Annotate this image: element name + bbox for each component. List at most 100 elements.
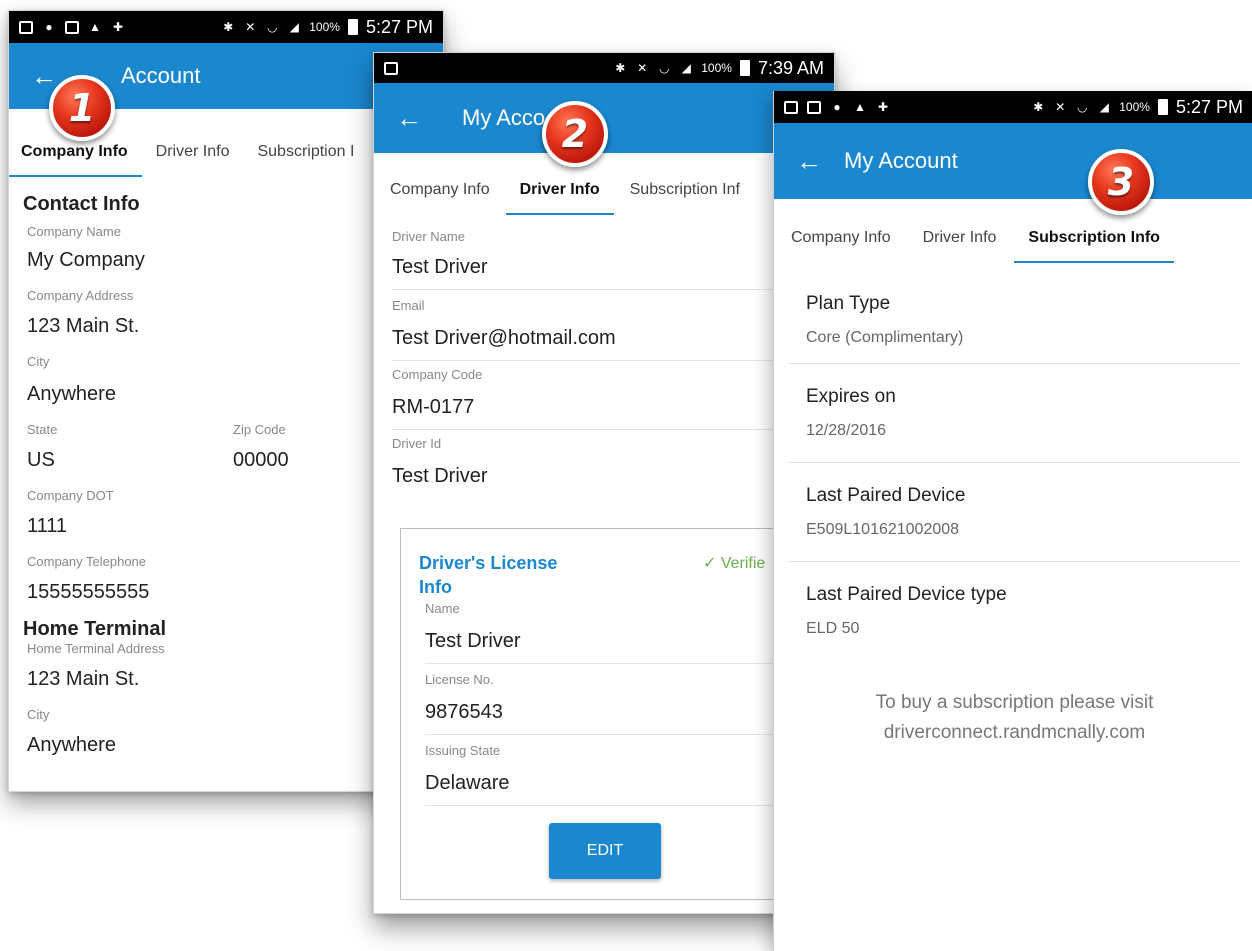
item-label: Expires on [806,386,896,407]
zip-label: Zip Code [233,422,286,437]
field-value[interactable]: Test Driver [392,256,834,279]
note-link[interactable]: driverconnect.randmcnally.com [788,718,1241,748]
app-bar: ← My Account [774,123,1252,199]
field-value[interactable]: 9876543 [425,701,819,724]
subscription-note: To buy a subscription please visit drive… [788,688,1241,748]
notification-icons [384,61,398,75]
clock: 5:27 PM [1175,96,1243,117]
drivers-license-card: Driver's License Info ✓ Verifie Name Tes… [400,528,820,900]
field-value[interactable]: Delaware [425,772,819,795]
field-value[interactable]: Test Driver@hotmail.com [392,327,834,350]
status-bar: ● ▲ ✚ ✱ ✕ ◡ ◢ 100% 5:27 PM [774,91,1252,123]
bluetooth-icon: ✱ [1033,100,1044,114]
add-icon: ✚ [877,100,889,114]
tab-company-info[interactable]: Company Info [791,229,891,263]
item-label: Last Paired Device [806,485,966,506]
notification-icon [19,20,33,34]
wifi-icon: ◡ [659,61,670,75]
field-label: Issuing State [425,743,501,758]
screen-title: My Acco [462,105,546,130]
tab-bar: Company Info Driver Info Subscription In… [374,153,834,215]
notification-icons: ● ▲ ✚ [784,100,890,114]
clock: 7:39 AM [757,57,824,78]
battery-icon [347,19,358,35]
field-value[interactable]: Test Driver [425,630,819,653]
mute-icon: ✕ [1055,100,1066,114]
image-icon [65,20,79,34]
field-label: Driver Id [392,436,442,451]
wifi-icon: ◡ [1077,100,1088,114]
last-paired-device-type-item: Last Paired Device type ELD 50 [788,562,1241,648]
back-arrow-icon[interactable]: ← [796,148,822,174]
warning-icon: ▲ [89,20,101,34]
license-title-line: Driver's License [419,553,558,573]
wifi-icon: ◡ [267,20,278,34]
signal-icon: ◢ [289,20,299,34]
plan-type-item: Plan Type Core (Complimentary) [788,293,1241,357]
field-value[interactable]: Test Driver [392,465,834,488]
field-label: Name [425,601,460,616]
status-bar: ● ▲ ✚ ✱ ✕ ◡ ◢ 100% 5:27 PM [9,11,443,43]
item-label: Plan Type [806,293,891,314]
expires-item: Expires on 12/28/2016 [788,364,1241,450]
image-icon [384,61,398,75]
bluetooth-icon: ✱ [223,20,234,34]
tab-bar: Company Info Driver Info Subscription In… [774,199,1252,263]
bluetooth-icon: ✱ [615,61,626,75]
state-label: State [27,422,58,437]
edit-button[interactable]: EDIT [549,823,661,879]
tab-subscription-info[interactable]: Subscription I [257,143,354,177]
state-value[interactable]: US [27,449,233,472]
tab-driver-info[interactable]: Driver Info [156,143,230,177]
driver-info-screen: ✱ ✕ ◡ ◢ 100% 7:39 AM ← My Acco 2 Company… [373,52,835,914]
zip-value[interactable]: 00000 [233,449,289,472]
back-arrow-icon[interactable]: ← [396,105,422,131]
notification-icons: ● ▲ ✚ [19,20,125,34]
subscription-details: Plan Type Core (Complimentary) Expires o… [774,263,1252,748]
battery-icon [1157,99,1168,115]
license-title-line: Info [419,577,452,597]
driver-form: Driver Name Test Driver Email Test Drive… [374,215,834,488]
verified-status: ✓ Verifie [703,555,766,572]
tab-subscription-info[interactable]: Subscription Info [1014,229,1174,263]
step-1-badge: 1 [49,75,115,141]
clock: 5:27 PM [365,16,433,37]
item-value: 12/28/2016 [806,422,887,439]
license-fields: Name Test Driver License No. 9876543 Iss… [425,601,819,806]
field-label: Email [392,298,425,313]
step-2-badge: 2 [542,101,608,167]
screen-title: My Account [844,148,958,173]
tab-driver-info[interactable]: Driver Info [923,229,997,263]
add-icon: ✚ [112,20,124,34]
back-arrow-icon[interactable]: ← [31,63,57,89]
license-card-title: Driver's License Info [419,551,557,599]
item-value: E509L101621002008 [806,521,960,538]
signal-icon: ◢ [1099,100,1109,114]
notification-icon [784,100,798,114]
status-bar: ✱ ✕ ◡ ◢ 100% 7:39 AM [374,53,834,83]
note-line: To buy a subscription please visit [875,692,1154,713]
step-3-badge: 3 [1088,149,1154,215]
tab-company-info[interactable]: Company Info [9,143,142,177]
field-label: Company Code [392,367,483,382]
battery-percent: 100% [701,61,732,75]
tab-company-info[interactable]: Company Info [390,181,490,215]
field-label: License No. [425,672,494,687]
item-label: Last Paired Device type [806,584,1007,605]
last-paired-device-item: Last Paired Device E509L101621002008 [788,463,1241,549]
image-icon [807,100,821,114]
item-value: ELD 50 [806,620,860,637]
tab-driver-info[interactable]: Driver Info [505,181,614,215]
mute-icon: ✕ [245,20,256,34]
mute-icon: ✕ [637,61,648,75]
subscription-info-screen: ● ▲ ✚ ✱ ✕ ◡ ◢ 100% 5:27 PM ← My Account … [773,91,1252,951]
signal-icon: ◢ [681,61,691,75]
alert-icon: ● [45,20,53,34]
screen-title: Account [121,63,201,88]
warning-icon: ▲ [854,100,866,114]
field-value[interactable]: RM-0177 [392,396,834,419]
battery-percent: 100% [309,20,340,34]
tab-subscription-info[interactable]: Subscription Inf [630,181,740,215]
battery-icon [739,60,750,76]
item-value: Core (Complimentary) [806,329,964,346]
